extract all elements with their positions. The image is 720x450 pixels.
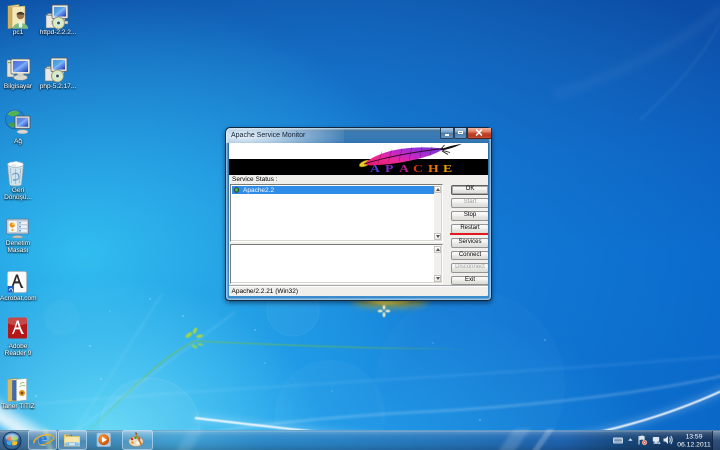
svg-text:e: e xyxy=(39,429,48,450)
svg-text:13:59: 13:59 xyxy=(685,434,702,441)
svg-text:06.12.2011: 06.12.2011 xyxy=(677,442,711,449)
